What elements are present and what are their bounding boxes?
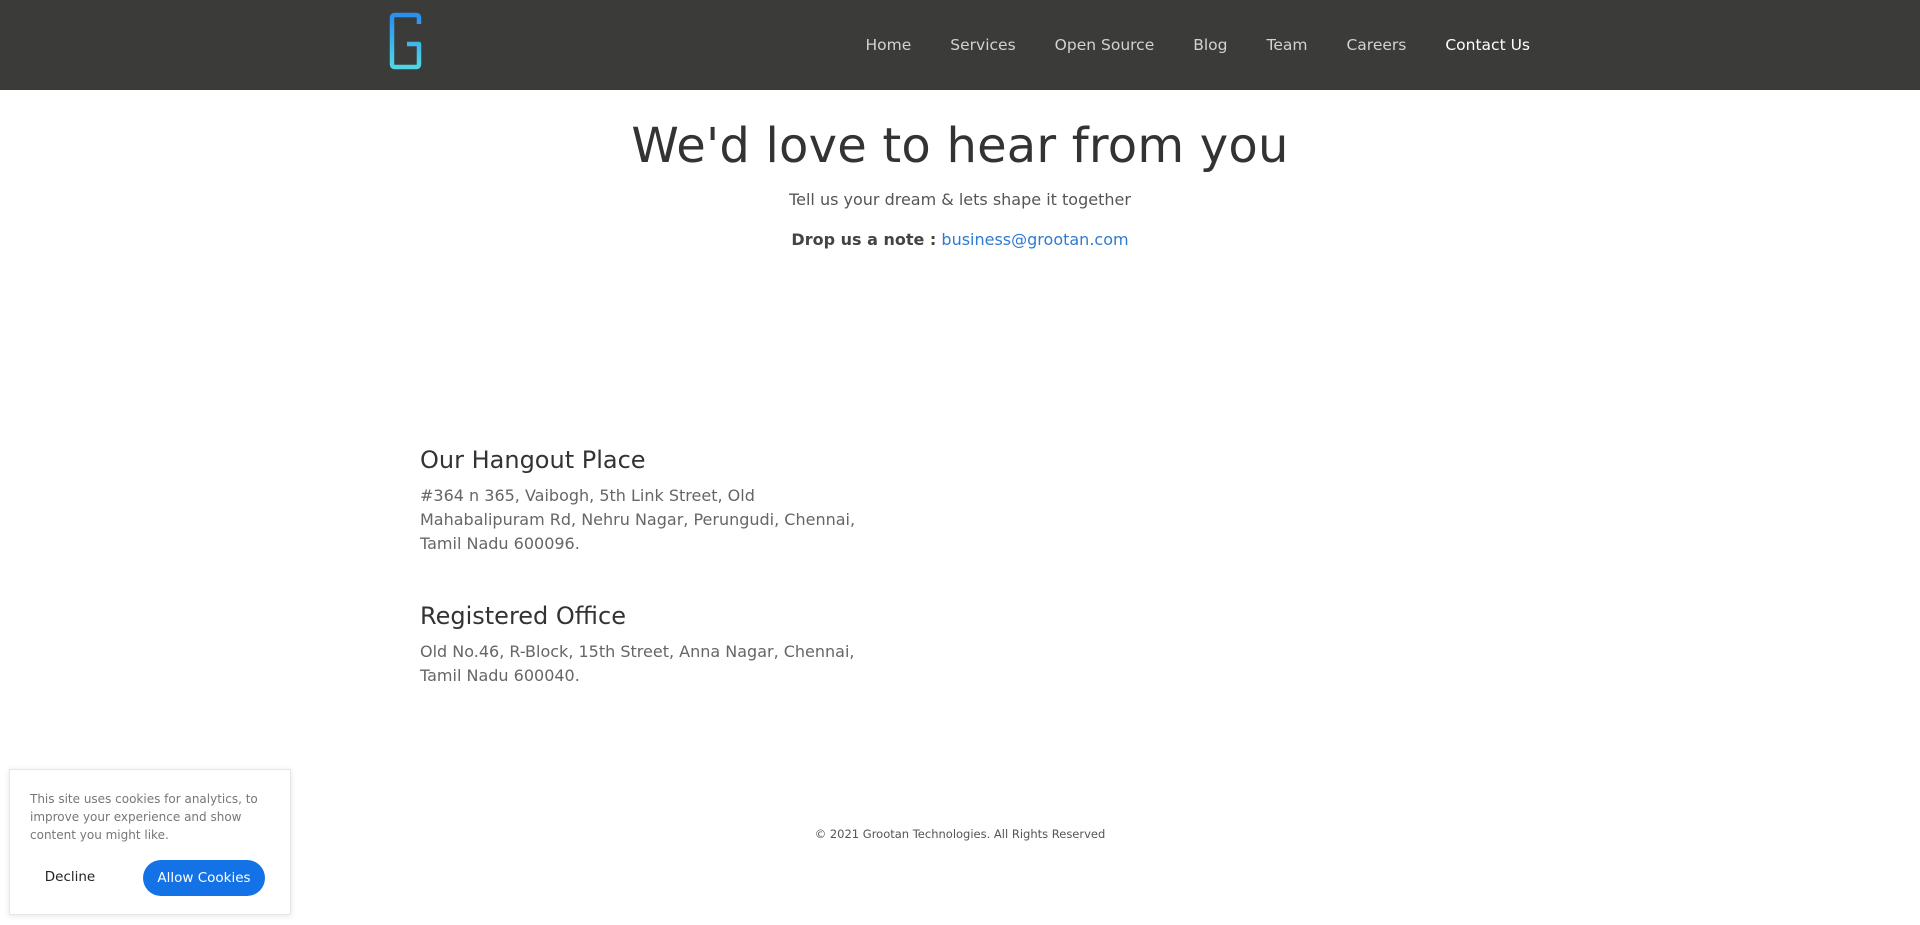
- nav-open-source[interactable]: Open Source: [1055, 36, 1155, 54]
- decline-cookies-button[interactable]: Decline: [30, 860, 110, 894]
- hangout-address-text: #364 n 365, Vaibogh, 5th Link Street, Ol…: [420, 486, 856, 553]
- page-subtitle: Tell us your dream & lets shape it toget…: [789, 190, 1131, 209]
- nav-careers[interactable]: Careers: [1346, 36, 1406, 54]
- main-nav: Home Services Open Source Blog Team Care…: [827, 0, 1530, 90]
- nav-contact-us[interactable]: Contact Us: [1445, 36, 1530, 54]
- cookie-consent-banner: This site uses cookies for analytics, to…: [9, 769, 291, 915]
- hangout-address: Our Hangout Place #364 n 365, Vaibogh, 5…: [420, 446, 860, 556]
- hangout-heading: Our Hangout Place: [420, 446, 646, 474]
- contact-email-link[interactable]: business@grootan.com: [941, 230, 1128, 249]
- allow-cookies-button[interactable]: Allow Cookies: [143, 860, 265, 896]
- contact-hero: We'd love to hear from you Tell us your …: [0, 90, 1920, 249]
- cookie-message: This site uses cookies for analytics, to…: [30, 792, 258, 842]
- registered-office-text: Old No.46, R-Block, 15th Street, Anna Na…: [420, 642, 855, 685]
- contact-note-label: Drop us a note :: [791, 230, 937, 249]
- registered-office-address: Registered Office Old No.46, R-Block, 15…: [420, 602, 860, 688]
- nav-services[interactable]: Services: [950, 36, 1015, 54]
- grootan-g-logo-icon[interactable]: [386, 12, 426, 72]
- registered-office-heading: Registered Office: [420, 602, 626, 630]
- nav-team[interactable]: Team: [1267, 36, 1308, 54]
- nav-home[interactable]: Home: [866, 36, 912, 54]
- page-title: We'd love to hear from you: [631, 118, 1289, 174]
- top-navbar: Home Services Open Source Blog Team Care…: [0, 0, 1920, 90]
- nav-blog[interactable]: Blog: [1193, 36, 1227, 54]
- contact-note: Drop us a note : business@grootan.com: [0, 230, 1920, 249]
